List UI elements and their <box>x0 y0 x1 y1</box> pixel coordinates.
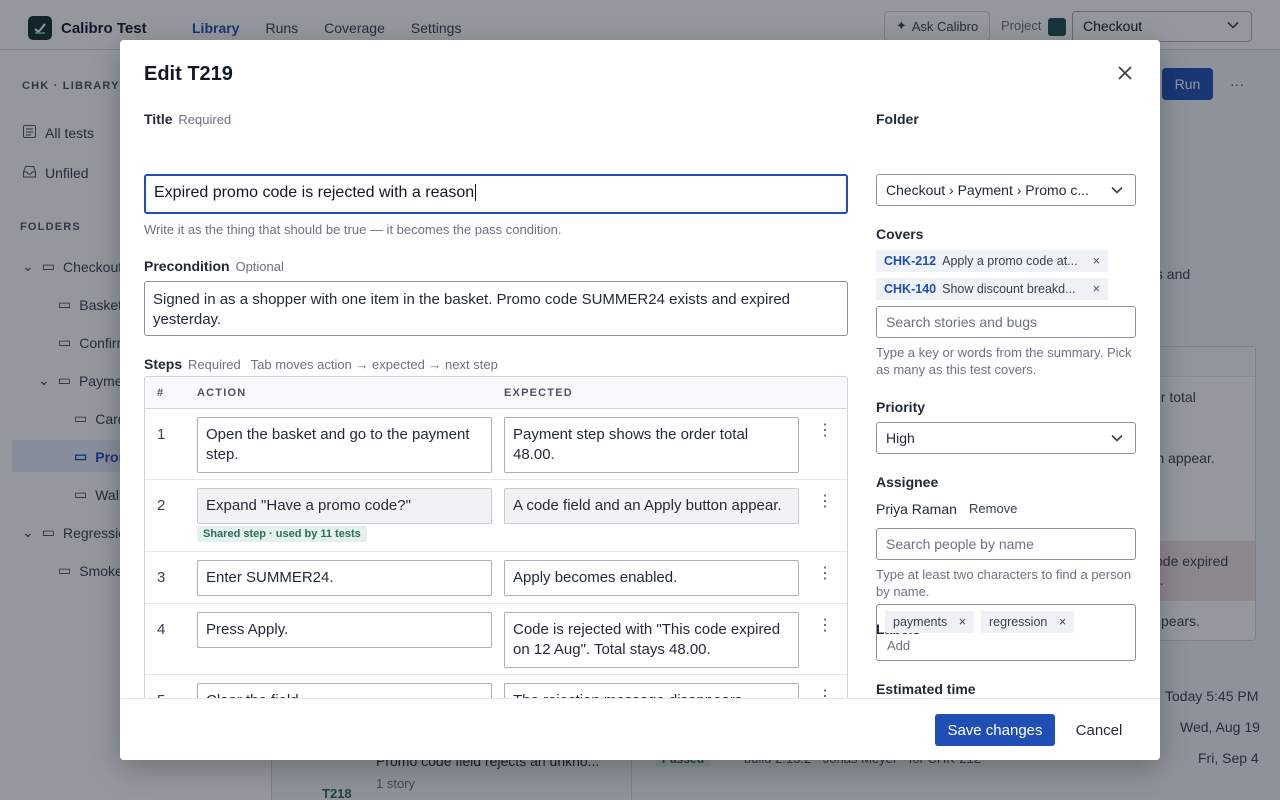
step-expected-input[interactable]: A code field and an Apply button appear. <box>504 488 799 524</box>
step-row: 4 Press Apply. Code is rejected with "Th… <box>145 604 847 675</box>
step-action-input[interactable]: Enter SUMMER24. <box>197 560 492 596</box>
title-field-label: Title Required <box>144 111 231 127</box>
steps-required: Required <box>188 357 241 372</box>
covers-placeholder: Search stories and bugs <box>886 314 1037 330</box>
folder-value: Checkout › Payment › Promo c... <box>886 182 1090 198</box>
priority-select[interactable]: High <box>876 422 1136 454</box>
precondition-label: Precondition <box>144 258 230 274</box>
remove-x-icon[interactable]: × <box>959 615 966 629</box>
step-row: 1 Open the basket and go to the payment … <box>145 409 847 480</box>
close-icon[interactable] <box>1116 64 1134 82</box>
label-chip[interactable]: regression × <box>981 611 1075 633</box>
step-row: 5 Clear the field. The rejection message… <box>145 675 847 698</box>
precondition-textarea[interactable]: Signed in as a shopper with one item in … <box>144 281 848 336</box>
priority-label: Priority <box>876 399 926 415</box>
covers-chip[interactable]: CHK-212 Apply a promo code at... × <box>876 250 1108 272</box>
assignee-name: Priya Raman <box>876 501 957 517</box>
precondition-field-label: Precondition Optional <box>144 258 284 274</box>
shared-step-tag: Shared step · used by 11 tests <box>197 526 367 542</box>
remove-x-icon[interactable]: × <box>1059 615 1066 629</box>
labels-input[interactable]: payments × regression × Add <box>876 604 1136 661</box>
step-row: 3 Enter SUMMER24. Apply becomes enabled.… <box>145 552 847 604</box>
kebab-menu-icon[interactable]: ⋮ <box>817 566 833 582</box>
modal-footer: Save changes Cancel <box>120 698 1160 760</box>
step-action-input[interactable]: Press Apply. <box>197 612 492 648</box>
step-action-input[interactable]: Clear the field. <box>197 683 492 698</box>
covers-label: Covers <box>876 226 924 242</box>
step-expected-input[interactable]: The rejection message disappears. <box>504 683 799 698</box>
covers-key: CHK-140 <box>884 282 937 296</box>
title-input[interactable]: Expired promo code is rejected with a re… <box>144 174 848 214</box>
step-expected-input[interactable]: Apply becomes enabled. <box>504 560 799 596</box>
step-number: 3 <box>157 569 166 586</box>
folder-select[interactable]: Checkout › Payment › Promo c... <box>876 174 1136 206</box>
label-chip[interactable]: payments × <box>885 611 974 633</box>
covers-key: CHK-212 <box>884 254 937 268</box>
title-required: Required <box>178 112 232 127</box>
steps-label: Steps <box>144 356 183 372</box>
chevron-down-icon <box>1111 186 1123 194</box>
covers-chip[interactable]: CHK-140 Show discount breakd... × <box>876 278 1108 300</box>
steps-field-label: Steps Required Tab moves action → expect… <box>144 356 498 372</box>
steps-table: # ACTION EXPECTED 1 Open the basket and … <box>144 376 848 698</box>
edit-test-modal: Edit T219 Title Required Expired promo c… <box>120 40 1160 760</box>
col-number: # <box>157 387 165 399</box>
step-expected-input[interactable]: Payment step shows the order total 48.00… <box>504 417 799 473</box>
covers-summary: Apply a promo code at... <box>942 254 1078 268</box>
remove-x-icon[interactable]: × <box>1093 282 1100 296</box>
title-label: Title <box>144 111 173 127</box>
covers-help: Type a key or words from the summary. Pi… <box>876 345 1132 377</box>
assignee-remove-link[interactable]: Remove <box>969 501 1017 516</box>
assignee-search-input[interactable]: Search people by name <box>876 528 1136 560</box>
col-action: ACTION <box>197 387 247 399</box>
kebab-menu-icon[interactable]: ⋮ <box>817 423 833 439</box>
precondition-optional: Optional <box>235 259 284 274</box>
modal-title: Edit T219 <box>144 63 233 85</box>
title-help: Write it as the thing that should be tru… <box>144 222 562 237</box>
covers-summary: Show discount breakd... <box>942 282 1076 296</box>
col-expected: EXPECTED <box>504 387 573 399</box>
estimated-time-label: Estimated time <box>876 681 976 697</box>
step-action-input[interactable]: Expand "Have a promo code?" <box>197 488 492 524</box>
save-changes-button[interactable]: Save changes <box>935 714 1055 746</box>
chevron-down-icon <box>1111 434 1123 442</box>
covers-search-input[interactable]: Search stories and bugs <box>876 306 1136 338</box>
folder-label: Folder <box>876 111 919 127</box>
priority-value: High <box>886 430 915 446</box>
kebab-menu-icon[interactable]: ⋮ <box>817 494 833 510</box>
label-chip-text: payments <box>893 615 948 629</box>
assignee-help: Type at least two characters to find a p… <box>876 567 1132 599</box>
steps-table-header: # ACTION EXPECTED <box>145 377 847 409</box>
steps-hint: Tab moves action → expected → next step <box>250 357 498 372</box>
assignee-label: Assignee <box>876 474 939 490</box>
remove-x-icon[interactable]: × <box>1093 254 1100 268</box>
kebab-menu-icon[interactable]: ⋮ <box>817 618 833 634</box>
step-number: 4 <box>157 621 166 638</box>
step-row: 2 Expand "Have a promo code?" A code fie… <box>145 480 847 552</box>
labels-placeholder: Add <box>887 638 911 653</box>
assignee-placeholder: Search people by name <box>886 536 1034 552</box>
precondition-value: Signed in as a shopper with one item in … <box>153 291 791 328</box>
step-action-input[interactable]: Open the basket and go to the payment st… <box>197 417 492 473</box>
step-number: 1 <box>157 426 166 443</box>
cancel-button[interactable]: Cancel <box>1066 714 1132 746</box>
step-expected-input[interactable]: Code is rejected with "This code expired… <box>504 612 799 668</box>
step-number: 2 <box>157 497 166 514</box>
label-chip-text: regression <box>989 615 1048 629</box>
modal-body: Title Required Expired promo code is rej… <box>120 100 1160 698</box>
title-value: Expired promo code is rejected with a re… <box>154 184 475 201</box>
